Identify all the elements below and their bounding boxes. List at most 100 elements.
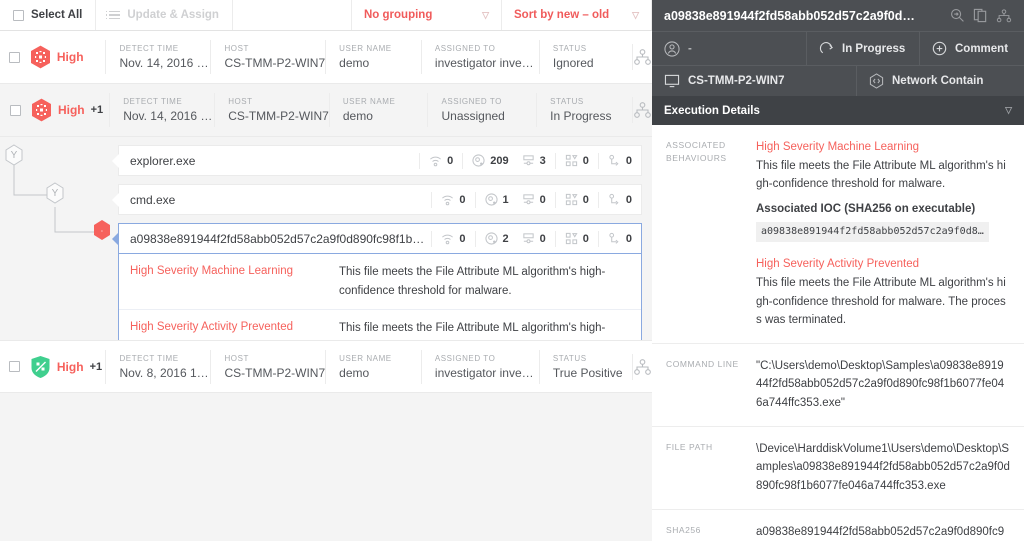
stat-value: 209 [490, 154, 509, 167]
field-value: demo [339, 365, 370, 380]
copy-icon[interactable] [973, 8, 988, 23]
process-stat-files[interactable]: 0 [554, 191, 598, 208]
sorting-dropdown[interactable]: Sort by new – old ▽ [502, 0, 652, 30]
stat-value: 0 [539, 232, 546, 245]
process-stat-network[interactable]: 0 [431, 191, 474, 208]
field-label: HOST [224, 44, 249, 53]
alert-tree-button[interactable] [632, 44, 652, 70]
detail-row-command-line: COMMAND LINE "C:\Users\demo\Desktop\Samp… [652, 344, 1024, 427]
behaviour-description: This file meets the File Attribute ML al… [756, 276, 1006, 327]
alert-assigned-to: ASSIGNED TO investigator investi… [420, 40, 539, 74]
field-value: investigator investi… [434, 56, 539, 70]
process-stat-registry[interactable]: 0 [518, 192, 555, 208]
alert-checkbox[interactable] [9, 361, 21, 372]
process-stat-network[interactable]: 0 [419, 152, 462, 169]
process-stat-processes[interactable]: 0 [597, 191, 641, 208]
field-value: True Positive [552, 365, 623, 380]
process-stat-files[interactable]: 0 [554, 230, 598, 247]
field-label: STATUS [552, 353, 587, 363]
detail-value: a09838e891944f2fd58abb052d57c2a9f0d890fc… [756, 525, 1005, 538]
behaviour-description: This file meets the File Attribute ML al… [339, 266, 606, 297]
search-icon[interactable] [950, 8, 965, 23]
process-row[interactable]: cmd.exe 0 1 0 0 0 [112, 184, 642, 215]
update-assign-button[interactable]: Update & Assign [96, 0, 233, 30]
detail-body: ASSOCIATED BEHAVIOURS High Severity Mach… [652, 125, 1024, 541]
process-stat-dns[interactable]: 209 [462, 152, 517, 169]
update-assign-label: Update & Assign [127, 9, 219, 21]
comment-label: Comment [955, 42, 1009, 55]
stat-value: 0 [625, 232, 632, 245]
alert-tree-button[interactable] [632, 97, 652, 123]
assignee-button[interactable]: - [652, 32, 807, 65]
stat-value: 0 [447, 154, 454, 167]
alert-detect-time: DETECT TIME Nov. 8, 2016 15:50:35 [105, 349, 210, 384]
stat-value: 0 [582, 154, 589, 167]
behaviour-item[interactable]: High Severity Machine Learning This file… [119, 254, 641, 309]
ioc-label: Associated IOC (SHA256 on executable) [756, 202, 976, 215]
alert-row[interactable]: High +1 DETECT TIME Nov. 8, 2016 15:50:3… [0, 340, 652, 393]
stat-value: 1 [502, 193, 509, 206]
ioc-value[interactable]: a09838e891944f2fd58abb052d57c2a9f0d8… [756, 221, 989, 242]
severity-plus: +1 [89, 360, 103, 373]
field-label: HOST [228, 97, 253, 106]
stat-value: 3 [539, 154, 546, 167]
select-all-control[interactable]: Select All [0, 0, 97, 30]
comment-button[interactable]: Comment [920, 32, 1024, 65]
alert-row[interactable]: High DETECT TIME Nov. 14, 2016 09:46:… H… [0, 31, 652, 84]
process-stat-dns[interactable]: 1 [474, 191, 518, 208]
process-stat-processes[interactable]: 0 [597, 152, 641, 169]
select-all-checkbox[interactable] [13, 9, 24, 21]
field-label: DETECT TIME [119, 353, 179, 363]
host-button[interactable]: CS-TMM-P2-WIN7 [652, 66, 857, 96]
field-label: STATUS [550, 97, 584, 106]
status-label: In Progress [842, 42, 906, 55]
alert-checkbox-cell[interactable] [0, 104, 31, 116]
alert-checkbox[interactable] [9, 104, 21, 116]
alert-checkbox-cell[interactable] [0, 361, 30, 372]
alert-assigned-to: ASSIGNED TO investigator investi… [420, 349, 539, 384]
status-button[interactable]: In Progress [807, 32, 920, 65]
field-value: CS-TMM-P2-WIN7 [228, 109, 329, 123]
process-row[interactable]: explorer.exe 0 209 3 0 0 [112, 145, 642, 176]
field-label: DETECT TIME [119, 44, 179, 53]
field-value: demo [339, 56, 370, 70]
behaviour-description: This file meets the File Attribute ML al… [756, 159, 1006, 191]
stat-value: 0 [582, 232, 589, 245]
process-stat-processes[interactable]: 0 [597, 230, 641, 247]
detail-action-bar: - In Progress Comment [652, 31, 1024, 65]
process-stat-registry[interactable]: 0 [518, 231, 555, 247]
row-notch [112, 231, 119, 246]
field-value: Ignored [552, 56, 594, 70]
process-stat-dns[interactable]: 2 [474, 230, 518, 247]
alert-tree-button[interactable] [632, 353, 652, 380]
execution-details-section-header[interactable]: Execution Details ▽ [652, 96, 1024, 125]
behaviour-name: High Severity Activity Prevented [756, 258, 919, 271]
stat-value: 0 [625, 154, 632, 167]
process-name: a09838e891944f2fd58abb052d57c2a9f0d890fc… [130, 231, 425, 246]
grouping-dropdown[interactable]: No grouping ▽ [352, 0, 502, 30]
behaviour-name: High Severity Machine Learning [130, 265, 294, 277]
process-stat-network[interactable]: 0 [431, 230, 474, 247]
stat-value: 0 [459, 193, 466, 206]
alert-checkbox-cell[interactable] [0, 51, 30, 63]
alert-severity: High +1 [31, 98, 109, 122]
process-name: cmd.exe [130, 192, 176, 207]
network-contain-button[interactable]: Network Contain [857, 66, 1024, 96]
alert-checkbox[interactable] [9, 51, 21, 63]
alert-severity: High [30, 45, 106, 69]
field-value: Nov. 14, 2016 09:44:… [123, 109, 214, 123]
process-stat-registry[interactable]: 3 [518, 153, 555, 169]
behaviour-name: High Severity Machine Learning [756, 141, 920, 153]
field-label: ASSIGNED TO [434, 353, 496, 363]
process-stat-files[interactable]: 0 [554, 152, 598, 169]
process-row-selected[interactable]: a09838e891944f2fd58abb052d57c2a9f0d890fc… [112, 223, 642, 254]
alert-row[interactable]: High +1 DETECT TIME Nov. 14, 2016 09:44:… [0, 84, 652, 137]
alert-host: HOST CS-TMM-P2-WIN7 [214, 93, 329, 127]
field-value: In Progress [550, 109, 612, 123]
chevron-down-icon[interactable]: ▽ [1005, 105, 1012, 116]
field-value: Nov. 14, 2016 09:46:… [119, 56, 210, 70]
sorting-label: Sort by new – old [514, 9, 610, 21]
field-value: Nov. 8, 2016 15:50:35 [119, 365, 210, 380]
alerts-pane: Select All Update & Assign No grouping ▽… [0, 0, 652, 541]
tree-icon[interactable] [996, 8, 1012, 23]
